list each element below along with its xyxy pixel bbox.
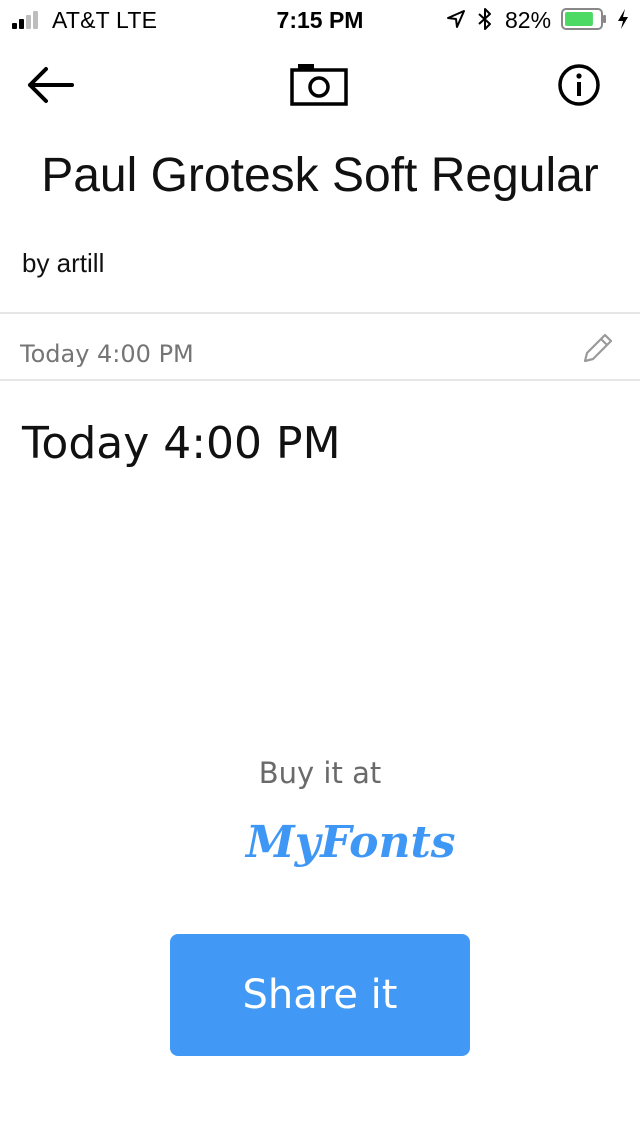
- divider: [0, 312, 640, 314]
- location-icon: [447, 10, 465, 28]
- font-preview-text: Today 4:00 PM: [22, 418, 341, 469]
- share-button-label: Share it: [242, 972, 398, 1018]
- sample-text-input[interactable]: [20, 336, 560, 372]
- font-author: by artill: [22, 248, 105, 278]
- bluetooth-icon: [478, 8, 491, 30]
- battery-icon: [561, 8, 606, 30]
- charging-icon: [618, 9, 628, 29]
- buy-label: Buy it at: [258, 756, 382, 790]
- font-title: Paul Grotesk Soft Regular: [41, 149, 599, 202]
- pencil-icon[interactable]: [580, 330, 616, 366]
- myfonts-logo[interactable]: MyFonts: [246, 808, 456, 884]
- battery-percent: 82%: [505, 7, 552, 33]
- back-arrow-icon[interactable]: [22, 64, 78, 106]
- share-button[interactable]: Share it: [170, 934, 470, 1056]
- camera-icon[interactable]: [289, 60, 351, 108]
- info-icon[interactable]: [556, 62, 602, 108]
- divider: [0, 379, 640, 381]
- status-bar: AT&T LTE 7:15 PM 82%: [0, 0, 640, 40]
